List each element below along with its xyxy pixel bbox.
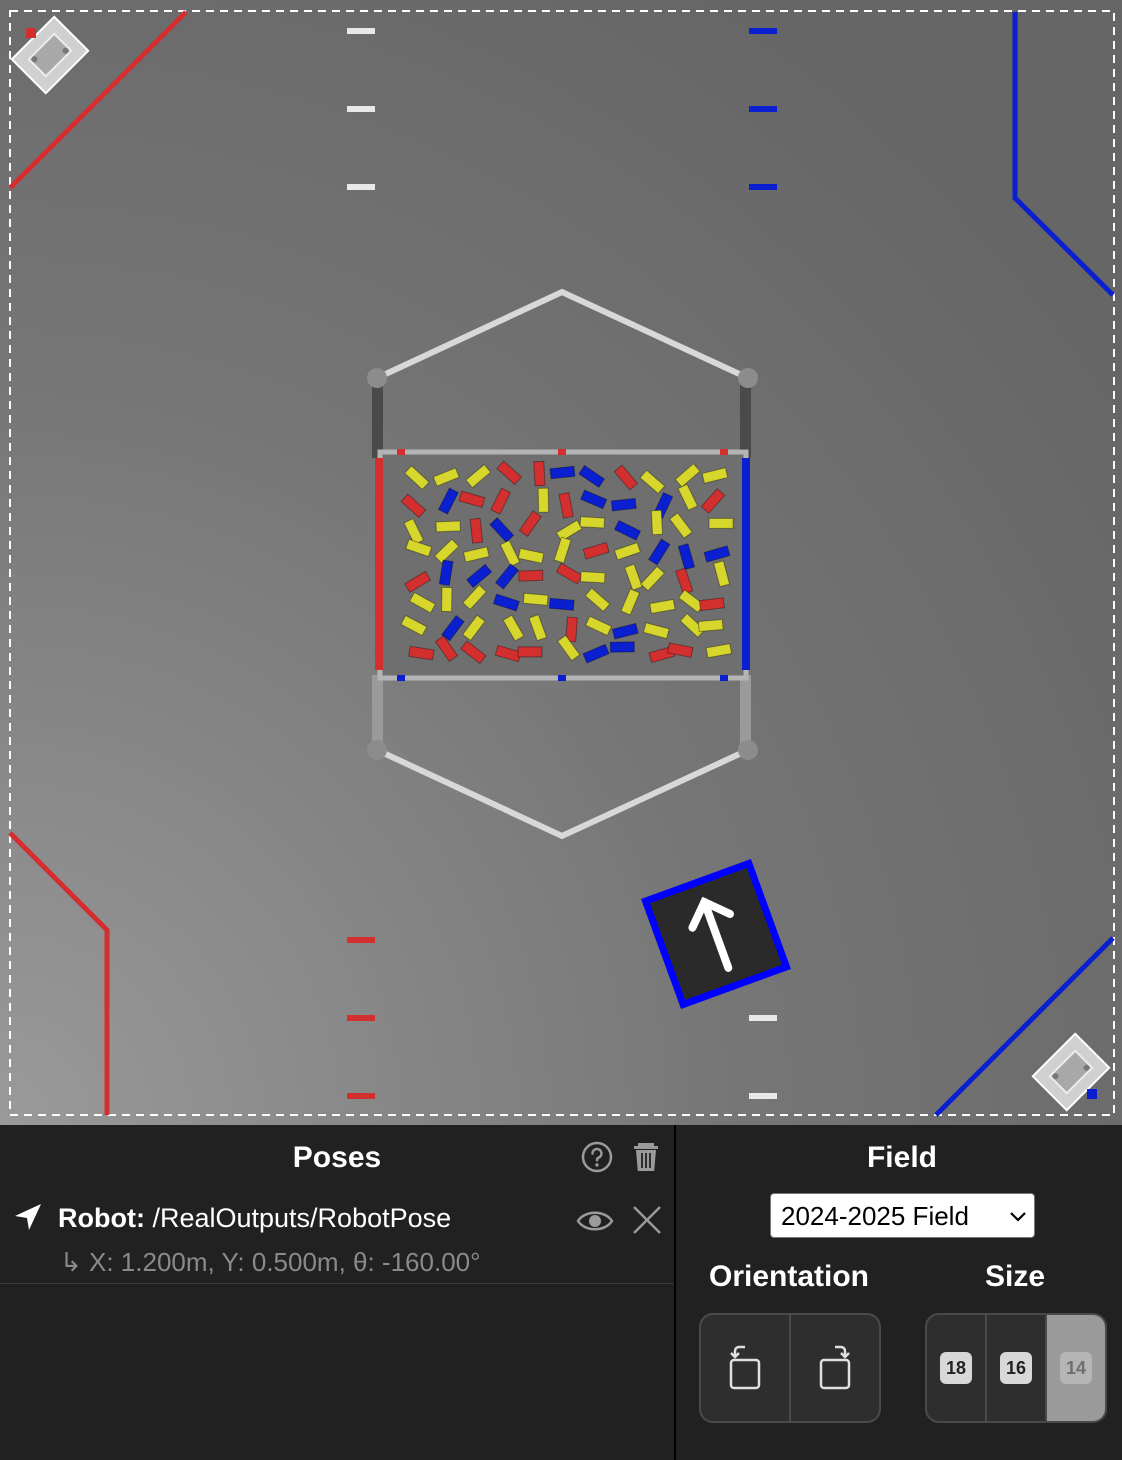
sample-piece	[533, 460, 546, 487]
sample-piece	[548, 597, 575, 611]
size-16-button[interactable]: 16	[987, 1315, 1047, 1421]
sample-piece	[708, 517, 734, 529]
navigation-arrow-icon	[12, 1201, 44, 1233]
field-select[interactable]: 2024-2025 Field	[770, 1193, 1035, 1238]
field-view[interactable]	[0, 0, 1122, 1125]
rotate-right-button[interactable]	[791, 1315, 879, 1421]
sample-piece	[435, 520, 461, 533]
field-canvas[interactable]	[0, 0, 1122, 1125]
trash-icon[interactable]	[628, 1138, 664, 1174]
rotate-left-icon	[729, 1345, 761, 1390]
sample-piece	[579, 516, 606, 529]
size-badge: 16	[1000, 1352, 1032, 1384]
red-basket-marker	[26, 28, 36, 38]
child-arrow-icon: ↳	[60, 1247, 90, 1277]
panel-divider	[674, 1125, 676, 1460]
pose-source: /RealOutputs/RobotPose	[144, 1203, 452, 1233]
sample-piece	[537, 487, 550, 513]
orientation-label: Orientation	[708, 1260, 869, 1293]
close-icon[interactable]	[629, 1202, 665, 1238]
sample-piece	[697, 618, 724, 633]
size-14-button[interactable]: 14	[1047, 1315, 1105, 1421]
size-label: Size	[984, 1260, 1046, 1293]
poses-title: Poses	[292, 1141, 382, 1174]
pose-detail-row: ↳ X: 1.200m, Y: 0.500m, θ: -160.00°	[60, 1247, 481, 1278]
sample-piece	[518, 569, 544, 582]
pose-detail: X: 1.200m, Y: 0.500m, θ: -160.00°	[89, 1247, 481, 1277]
blue-basket-marker	[1087, 1089, 1097, 1099]
sample-piece	[549, 465, 576, 480]
rotate-right-icon	[819, 1345, 851, 1390]
size-badge: 14	[1060, 1352, 1092, 1384]
field-title: Field	[866, 1141, 937, 1174]
pose-type-label: Robot:	[58, 1203, 145, 1233]
sample-piece	[609, 641, 635, 653]
pose-list-item[interactable]: Robot: /RealOutputs/RobotPose ↳ X: 1.200…	[0, 1185, 674, 1284]
size-badge: 18	[940, 1352, 972, 1384]
sample-piece	[610, 497, 637, 512]
pose-title: Robot: /RealOutputs/RobotPose	[58, 1203, 451, 1234]
sample-piece	[517, 646, 543, 658]
sample-piece	[580, 571, 606, 584]
sample-piece	[441, 586, 453, 613]
size-buttons: 18 16 14	[925, 1313, 1107, 1423]
size-18-button[interactable]: 18	[927, 1315, 987, 1421]
sample-piece	[469, 517, 484, 544]
sample-piece	[522, 592, 549, 606]
orientation-buttons	[699, 1313, 881, 1423]
eye-icon[interactable]	[575, 1201, 615, 1241]
help-circle-icon[interactable]	[579, 1139, 615, 1175]
sample-piece	[650, 509, 664, 536]
bottom-panels: Poses Robot: /RealOutputs/RobotPose ↳ X:…	[0, 1125, 1122, 1460]
rotate-left-button[interactable]	[701, 1315, 791, 1421]
